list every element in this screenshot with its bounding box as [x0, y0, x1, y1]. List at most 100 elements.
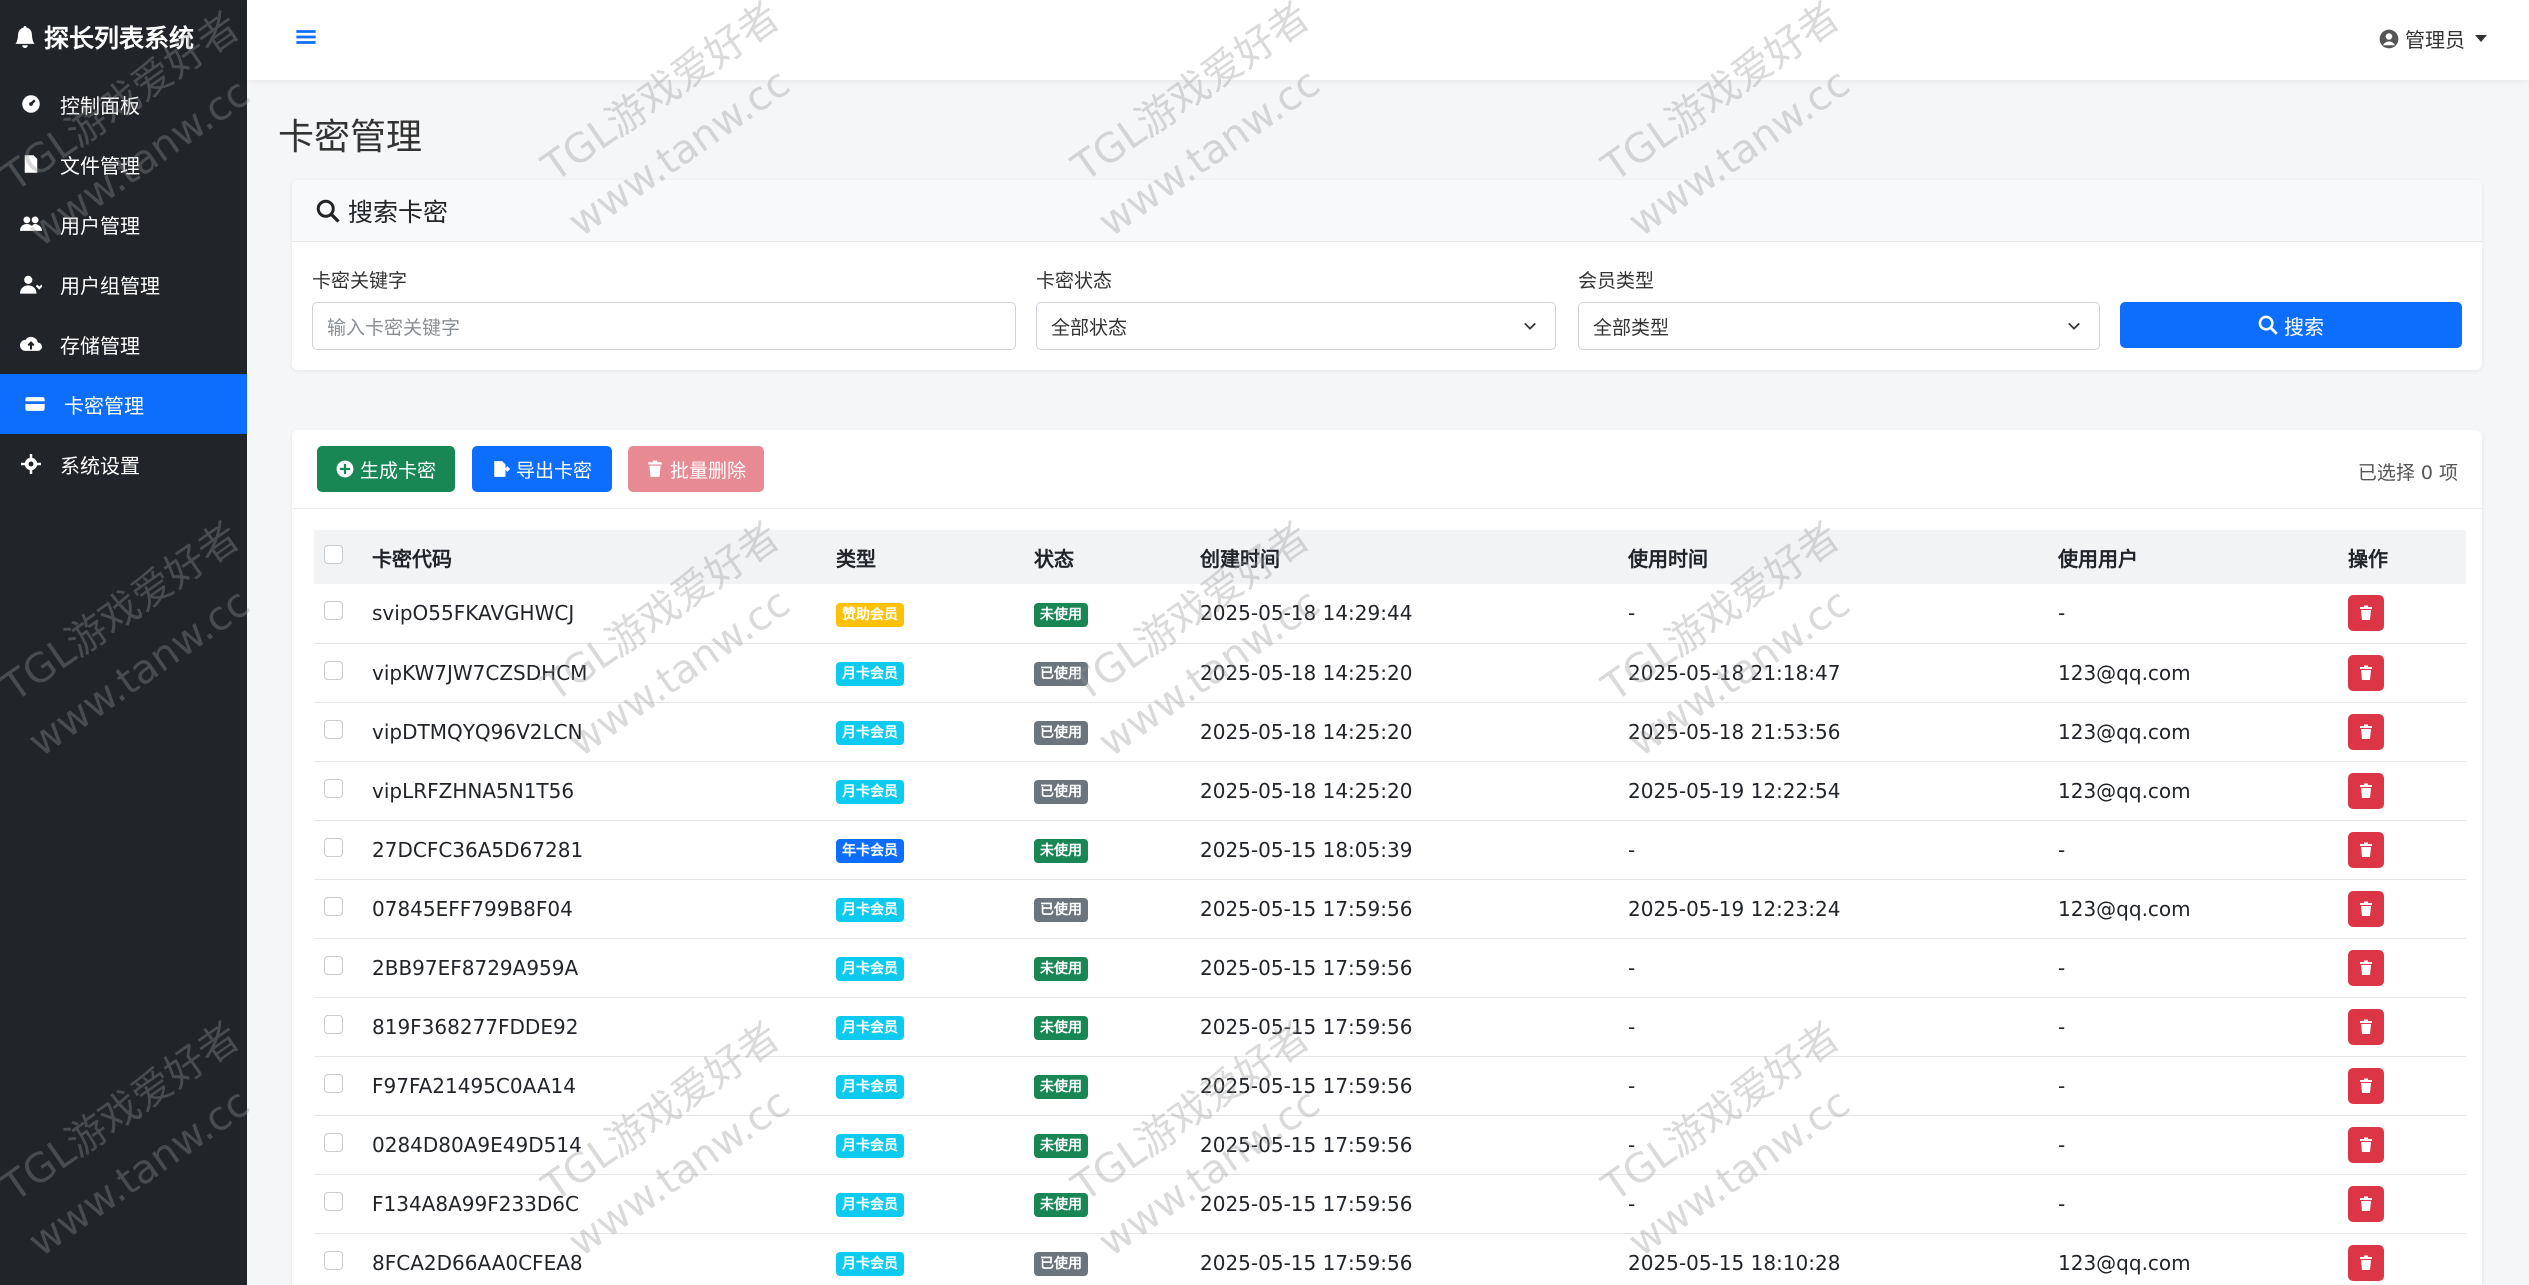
table-header-row: 卡密代码 类型 状态 创建时间 使用时间 使用用户 操作: [314, 530, 2466, 584]
delete-button[interactable]: [2348, 1067, 2384, 1104]
cell-used-at: -: [1628, 1073, 1636, 1098]
row-checkbox[interactable]: [324, 896, 343, 916]
status-badge: 已使用: [1034, 898, 1088, 922]
type-badge: 赞助会员: [836, 602, 904, 627]
batch-delete-button[interactable]: 批量删除: [628, 446, 764, 492]
user-name: 管理员: [2405, 28, 2465, 52]
member-type-value: 全部类型: [1593, 316, 1670, 339]
cell-created: 2025-05-18 14:29:44: [1200, 601, 1413, 626]
cell-code: 8FCA2D66AA0CFEA8: [372, 1250, 583, 1275]
cell-user: -: [2058, 955, 2066, 980]
status-label: 卡密状态: [1036, 270, 1113, 292]
delete-button[interactable]: [2348, 1126, 2384, 1163]
cell-user: -: [2058, 1014, 2066, 1039]
cell-user: -: [2058, 601, 2066, 626]
cell-used-at: -: [1628, 955, 1636, 980]
cell-created: 2025-05-18 14:25:20: [1200, 719, 1413, 744]
users-icon: [20, 213, 42, 235]
cell-used-at: 2025-05-19 12:23:24: [1628, 896, 1841, 921]
plus-circle-icon: [336, 460, 354, 478]
status-select[interactable]: 全部状态: [1036, 302, 1556, 350]
trash-icon: [2360, 665, 2372, 680]
cell-code: F97FA21495C0AA14: [372, 1073, 576, 1098]
delete-button[interactable]: [2348, 831, 2384, 868]
col-status: 状态: [1034, 546, 1074, 571]
row-checkbox[interactable]: [324, 778, 343, 798]
delete-button[interactable]: [2348, 1008, 2384, 1045]
table-row: vipKW7JW7CZSDHCM 月卡会员 已使用 2025-05-18 14:25:…: [314, 643, 2466, 702]
search-card-header: 搜索卡密: [292, 180, 2482, 242]
cell-code: F134A8A99F233D6C: [372, 1191, 579, 1216]
table-row: 27DCFC36A5D67281 年卡会员 未使用 2025-05-15 18:05:…: [314, 820, 2466, 879]
select-all-checkbox[interactable]: [324, 545, 343, 564]
keyword-input[interactable]: 输入卡密关键字: [312, 302, 1016, 350]
delete-button[interactable]: [2348, 595, 2384, 632]
status-select-value: 全部状态: [1051, 316, 1128, 339]
cell-user: -: [2058, 1132, 2066, 1157]
row-checkbox[interactable]: [324, 1132, 343, 1152]
type-badge: 月卡会员: [836, 1075, 904, 1099]
selected-count: 已选择 0 项: [2357, 462, 2458, 484]
brand[interactable]: 探长列表系统: [0, 0, 247, 74]
search-icon: [2258, 315, 2278, 335]
search-card-title: 搜索卡密: [348, 197, 449, 227]
status-badge: 未使用: [1034, 839, 1088, 863]
sidebar-item-0[interactable]: 控制面板: [0, 74, 247, 134]
cell-user: 123@qq.com: [2058, 1250, 2191, 1275]
cell-created: 2025-05-15 17:59:56: [1200, 1250, 1413, 1275]
cell-used-at: -: [1628, 1014, 1636, 1039]
cell-used-at: 2025-05-15 18:10:28: [1628, 1250, 1841, 1275]
status-badge: 已使用: [1034, 721, 1088, 745]
sidebar-item-2[interactable]: 用户管理: [0, 194, 247, 254]
delete-button[interactable]: [2348, 713, 2384, 750]
delete-button[interactable]: [2348, 654, 2384, 691]
chevron-down-icon: [2068, 322, 2080, 330]
gear-icon: [20, 453, 42, 475]
row-checkbox[interactable]: [324, 955, 343, 975]
sidebar-item-6[interactable]: 系统设置: [0, 434, 247, 494]
cell-used-at: 2025-05-18 21:53:56: [1628, 719, 1841, 744]
col-code: 卡密代码: [372, 546, 452, 571]
row-checkbox[interactable]: [324, 1014, 343, 1034]
member-type-select[interactable]: 全部类型: [1578, 302, 2100, 350]
row-checkbox[interactable]: [324, 837, 343, 857]
table-row: 0284D80A9E49D514 月卡会员 未使用 2025-05-15 17:59:…: [314, 1115, 2466, 1174]
sidebar-item-label: 系统设置: [60, 453, 140, 478]
file-icon: [20, 153, 42, 175]
row-checkbox[interactable]: [324, 1191, 343, 1211]
delete-button[interactable]: [2348, 949, 2384, 986]
cell-created: 2025-05-15 18:05:39: [1200, 837, 1413, 862]
row-checkbox[interactable]: [324, 601, 343, 621]
generate-card-button[interactable]: 生成卡密: [317, 446, 455, 492]
sidebar-item-label: 控制面板: [60, 93, 140, 118]
table-row: F134A8A99F233D6C 月卡会员 未使用 2025-05-15 17:59:…: [314, 1174, 2466, 1233]
cell-created: 2025-05-15 17:59:56: [1200, 1191, 1413, 1216]
row-checkbox[interactable]: [324, 1250, 343, 1270]
export-card-button[interactable]: 导出卡密: [472, 446, 612, 492]
bell-icon: [15, 26, 35, 48]
user-menu[interactable]: 管理员: [2379, 24, 2487, 53]
search-card: 搜索卡密 卡密关键字 输入卡密关键字 卡密状态 全部状态 会员类型 全部类型 搜…: [292, 180, 2482, 370]
status-badge: 未使用: [1034, 1016, 1088, 1040]
delete-button[interactable]: [2348, 890, 2384, 927]
card-icon: [24, 393, 46, 415]
menu-toggle-icon[interactable]: [295, 26, 317, 48]
generate-card-label: 生成卡密: [359, 459, 436, 482]
cell-created: 2025-05-18 14:25:20: [1200, 660, 1413, 685]
sidebar-item-4[interactable]: 存储管理: [0, 314, 247, 374]
sidebar-item-3[interactable]: 用户组管理: [0, 254, 247, 314]
col-user: 使用用户: [2058, 546, 2138, 571]
row-checkbox[interactable]: [324, 660, 343, 680]
row-checkbox[interactable]: [324, 719, 343, 739]
user-group-icon: [20, 273, 42, 295]
delete-button[interactable]: [2348, 772, 2384, 809]
delete-button[interactable]: [2348, 1244, 2384, 1281]
row-checkbox[interactable]: [324, 1073, 343, 1093]
topbar: 管理员: [247, 0, 2529, 80]
sidebar-item-1[interactable]: 文件管理: [0, 134, 247, 194]
delete-button[interactable]: [2348, 1185, 2384, 1222]
col-actions: 操作: [2348, 546, 2388, 571]
trash-icon: [2360, 783, 2372, 798]
sidebar-item-5[interactable]: 卡密管理: [0, 374, 247, 434]
search-button[interactable]: 搜索: [2120, 302, 2462, 348]
